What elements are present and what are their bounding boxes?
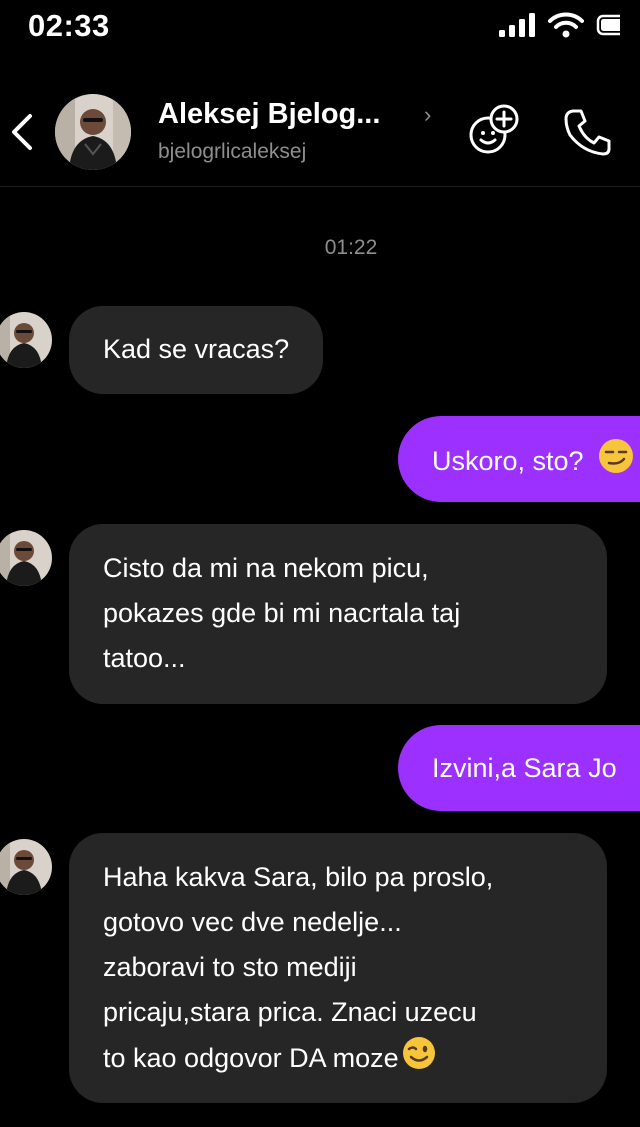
- wifi-icon: [548, 12, 584, 38]
- incoming-message[interactable]: Haha kakva Sara, bilo pa proslo, gotovo …: [69, 833, 607, 1103]
- battery-icon: [596, 14, 620, 36]
- message-text-line: pricaju,stara prica. Znaci uzecu: [103, 997, 477, 1027]
- back-button[interactable]: [6, 110, 38, 154]
- message-text: Kad se vracas?: [103, 334, 290, 364]
- outgoing-message[interactable]: Izvini,a Sara Jo: [398, 725, 640, 811]
- cellular-signal-icon: [499, 13, 535, 37]
- message-text: Uskoro, sto?: [432, 446, 584, 477]
- smirking-face-emoji: [597, 437, 635, 489]
- phone-icon: [564, 109, 611, 156]
- contact-avatar[interactable]: [55, 94, 131, 170]
- message-text-line: gotovo vec dve nedelje...: [103, 907, 402, 937]
- status-icons: [498, 12, 620, 38]
- message-text-line: pokazes gde bi mi nacrtala taj: [103, 598, 461, 628]
- incoming-message[interactable]: Cisto da mi na nekom picu, pokazes gde b…: [69, 524, 607, 704]
- call-button[interactable]: [557, 102, 617, 162]
- avatar-photo: [55, 94, 131, 170]
- contact-username[interactable]: bjelogrlicaleksej: [158, 140, 306, 164]
- message-text: to kao odgovor DA moze: [103, 1043, 399, 1074]
- winking-face-emoji: [401, 1035, 437, 1085]
- message-timestamp: 01:22: [324, 236, 378, 259]
- status-time: 02:33: [28, 8, 110, 43]
- chevron-left-icon: [12, 114, 32, 150]
- message-text-line: tatoo...: [103, 643, 186, 673]
- chat-header: Aleksej Bjelog... › bjelogrlicaleksej: [0, 78, 640, 187]
- message-text-line: Haha kakva Sara, bilo pa proslo,: [103, 862, 494, 892]
- add-effect-button[interactable]: [463, 100, 523, 160]
- avatar-photo: [0, 530, 52, 586]
- incoming-message[interactable]: Kad se vracas?: [69, 306, 324, 394]
- sender-avatar[interactable]: [0, 312, 52, 368]
- message-text-line: to kao odgovor DA moze: [103, 1035, 573, 1085]
- chevron-right-icon[interactable]: ›: [424, 102, 431, 128]
- avatar-photo: [0, 839, 52, 895]
- sender-avatar[interactable]: [0, 530, 52, 586]
- contact-name[interactable]: Aleksej Bjelog...: [158, 98, 380, 131]
- avatar-photo: [0, 312, 52, 368]
- sticker-plus-icon: [469, 104, 519, 154]
- message-text-line: zaboravi to sto mediji: [103, 952, 357, 982]
- message-text: Izvini,a Sara Jo: [432, 753, 617, 783]
- message-text-line: Cisto da mi na nekom picu,: [103, 553, 429, 583]
- sender-avatar[interactable]: [0, 839, 52, 895]
- status-bar: 02:33: [0, 0, 640, 60]
- outgoing-message[interactable]: Uskoro, sto?: [398, 416, 640, 502]
